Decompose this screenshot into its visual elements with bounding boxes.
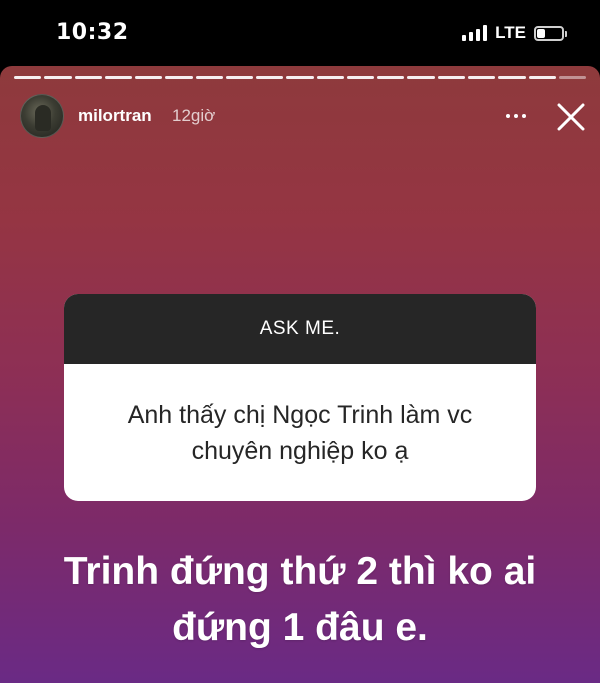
story-progress-segment [256, 76, 284, 79]
avatar[interactable] [20, 94, 64, 138]
status-indicators: LTE [462, 22, 567, 44]
story-progress-segment [14, 76, 42, 79]
story-progress-segment [286, 76, 314, 79]
story-progress-segment [558, 76, 587, 79]
status-bar: 10:32 LTE [0, 0, 600, 66]
status-time: 10:32 [56, 20, 129, 45]
story-progress-segment [316, 76, 344, 79]
story-progress-segment [165, 76, 193, 79]
username[interactable]: milortran [78, 106, 152, 126]
answer-text: Trinh đứng thứ 2 thì ko ai đứng 1 đâu e. [63, 550, 537, 649]
close-icon[interactable] [552, 98, 590, 136]
story-viewer[interactable]: milortran 12giờ ASK ME. Anh thấy chị Ngọ… [0, 66, 600, 683]
story-progress-segment [195, 76, 223, 79]
story-progress-segment [104, 76, 133, 79]
question-sticker: ASK ME. Anh thấy chị Ngọc Trinh làm vc c… [64, 294, 536, 501]
story-progress-segment [467, 76, 496, 79]
story-progress-segment [437, 76, 465, 79]
question-text: Anh thấy chị Ngọc Trinh làm vc chuyên ng… [127, 400, 473, 465]
story-timestamp: 12giờ [172, 106, 216, 125]
story-progress-segment [74, 76, 102, 79]
question-sticker-title: ASK ME. [64, 294, 536, 364]
signal-icon [462, 25, 488, 41]
story-progress-segment [407, 76, 435, 79]
story-progress-segment [225, 76, 254, 79]
story-progress-segment [377, 76, 405, 79]
network-type: LTE [495, 23, 526, 42]
story-progress-segment [135, 76, 163, 79]
story-progress-segment [346, 76, 375, 79]
story-progress-bar [14, 76, 587, 79]
story-progress-segment [528, 76, 556, 79]
story-header: milortran 12giờ [0, 92, 600, 140]
story-progress-segment [498, 76, 526, 79]
story-progress-segment [44, 76, 72, 79]
more-options-icon[interactable] [500, 104, 532, 128]
battery-icon [534, 25, 567, 41]
